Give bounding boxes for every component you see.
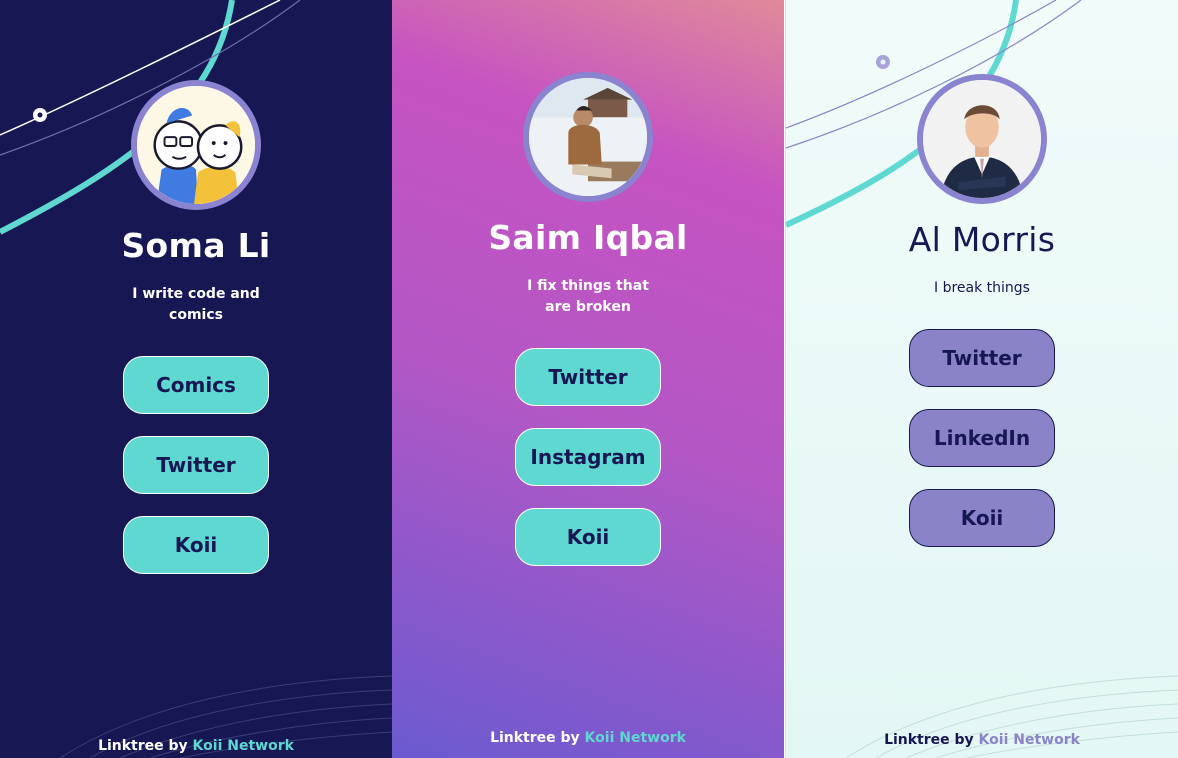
link-button-instagram[interactable]: Instagram (515, 428, 661, 486)
cartoon-avatar-icon (137, 86, 255, 204)
avatar (523, 72, 653, 202)
photo-avatar-icon (923, 80, 1041, 198)
footer-link-koii-network[interactable]: Koii Network (979, 732, 1080, 748)
profile-name: Saim Iqbal (488, 218, 688, 257)
profile-name: Al Morris (908, 220, 1056, 259)
footer-link-koii-network[interactable]: Koii Network (193, 738, 294, 754)
link-button-comics[interactable]: Comics (123, 356, 269, 414)
linktree-panel-saim: Saim Iqbal I fix things that are broken … (392, 0, 784, 758)
footer-prefix: Linktree by (884, 732, 974, 748)
link-button-twitter[interactable]: Twitter (123, 436, 269, 494)
profile-bio: I write code and comics (132, 286, 260, 323)
linktree-panel-al: Al Morris I break things Twitter LinkedI… (785, 0, 1178, 758)
profile-bio: I break things (934, 280, 1030, 296)
link-button-koii[interactable]: Koii (515, 508, 661, 566)
link-button-twitter[interactable]: Twitter (909, 329, 1055, 387)
footer: Linktree by Koii Network (0, 738, 392, 754)
footer: Linktree by Koii Network (786, 732, 1178, 748)
link-button-koii[interactable]: Koii (123, 516, 269, 574)
link-button-linkedin[interactable]: LinkedIn (909, 409, 1055, 467)
footer-prefix: Linktree by (98, 738, 188, 754)
linktree-panel-soma: Soma Li I write code and comics Comics T… (0, 0, 392, 758)
link-button-twitter[interactable]: Twitter (515, 348, 661, 406)
avatar (131, 80, 261, 210)
footer-prefix: Linktree by (490, 730, 580, 746)
profile-bio: I fix things that are broken (527, 278, 649, 315)
link-button-koii[interactable]: Koii (909, 489, 1055, 547)
profile-name: Soma Li (121, 226, 271, 265)
footer: Linktree by Koii Network (392, 730, 784, 746)
footer-link-koii-network[interactable]: Koii Network (585, 730, 686, 746)
avatar (917, 74, 1047, 204)
photo-avatar-icon (529, 78, 647, 196)
